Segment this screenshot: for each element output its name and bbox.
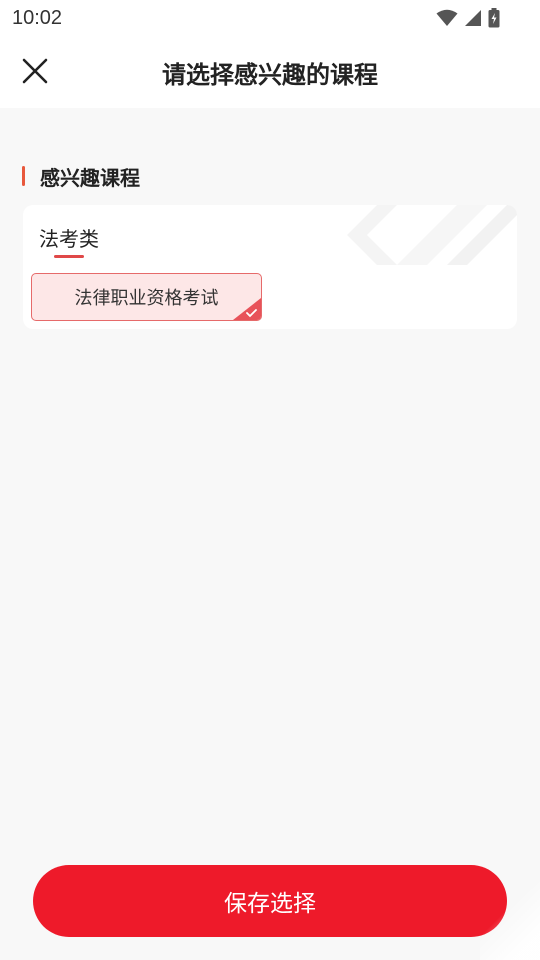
wifi-icon (436, 9, 458, 27)
battery-icon (488, 8, 500, 28)
section-header: 感兴趣课程 (22, 162, 140, 190)
status-icons (436, 8, 500, 28)
category-underline (54, 255, 84, 258)
section-accent-bar (22, 166, 25, 186)
save-button[interactable]: 保存选择 (33, 865, 507, 937)
card-decoration-icon (347, 205, 517, 265)
section-title: 感兴趣课程 (40, 165, 140, 190)
status-time: 10:02 (12, 7, 63, 29)
category-card: 法考类 法律职业资格考试 (23, 205, 517, 329)
page-title: 请选择感兴趣的课程 (162, 61, 378, 89)
signal-icon (464, 9, 482, 27)
status-bar: 10:02 (0, 0, 540, 36)
course-chip[interactable]: 法律职业资格考试 (31, 273, 262, 321)
check-icon (233, 298, 261, 320)
category-name[interactable]: 法考类 (39, 223, 99, 252)
course-chip-label: 法律职业资格考试 (74, 288, 219, 309)
top-bar: 请选择感兴趣的课程 (0, 36, 540, 108)
save-button-label: 保存选择 (224, 890, 316, 916)
